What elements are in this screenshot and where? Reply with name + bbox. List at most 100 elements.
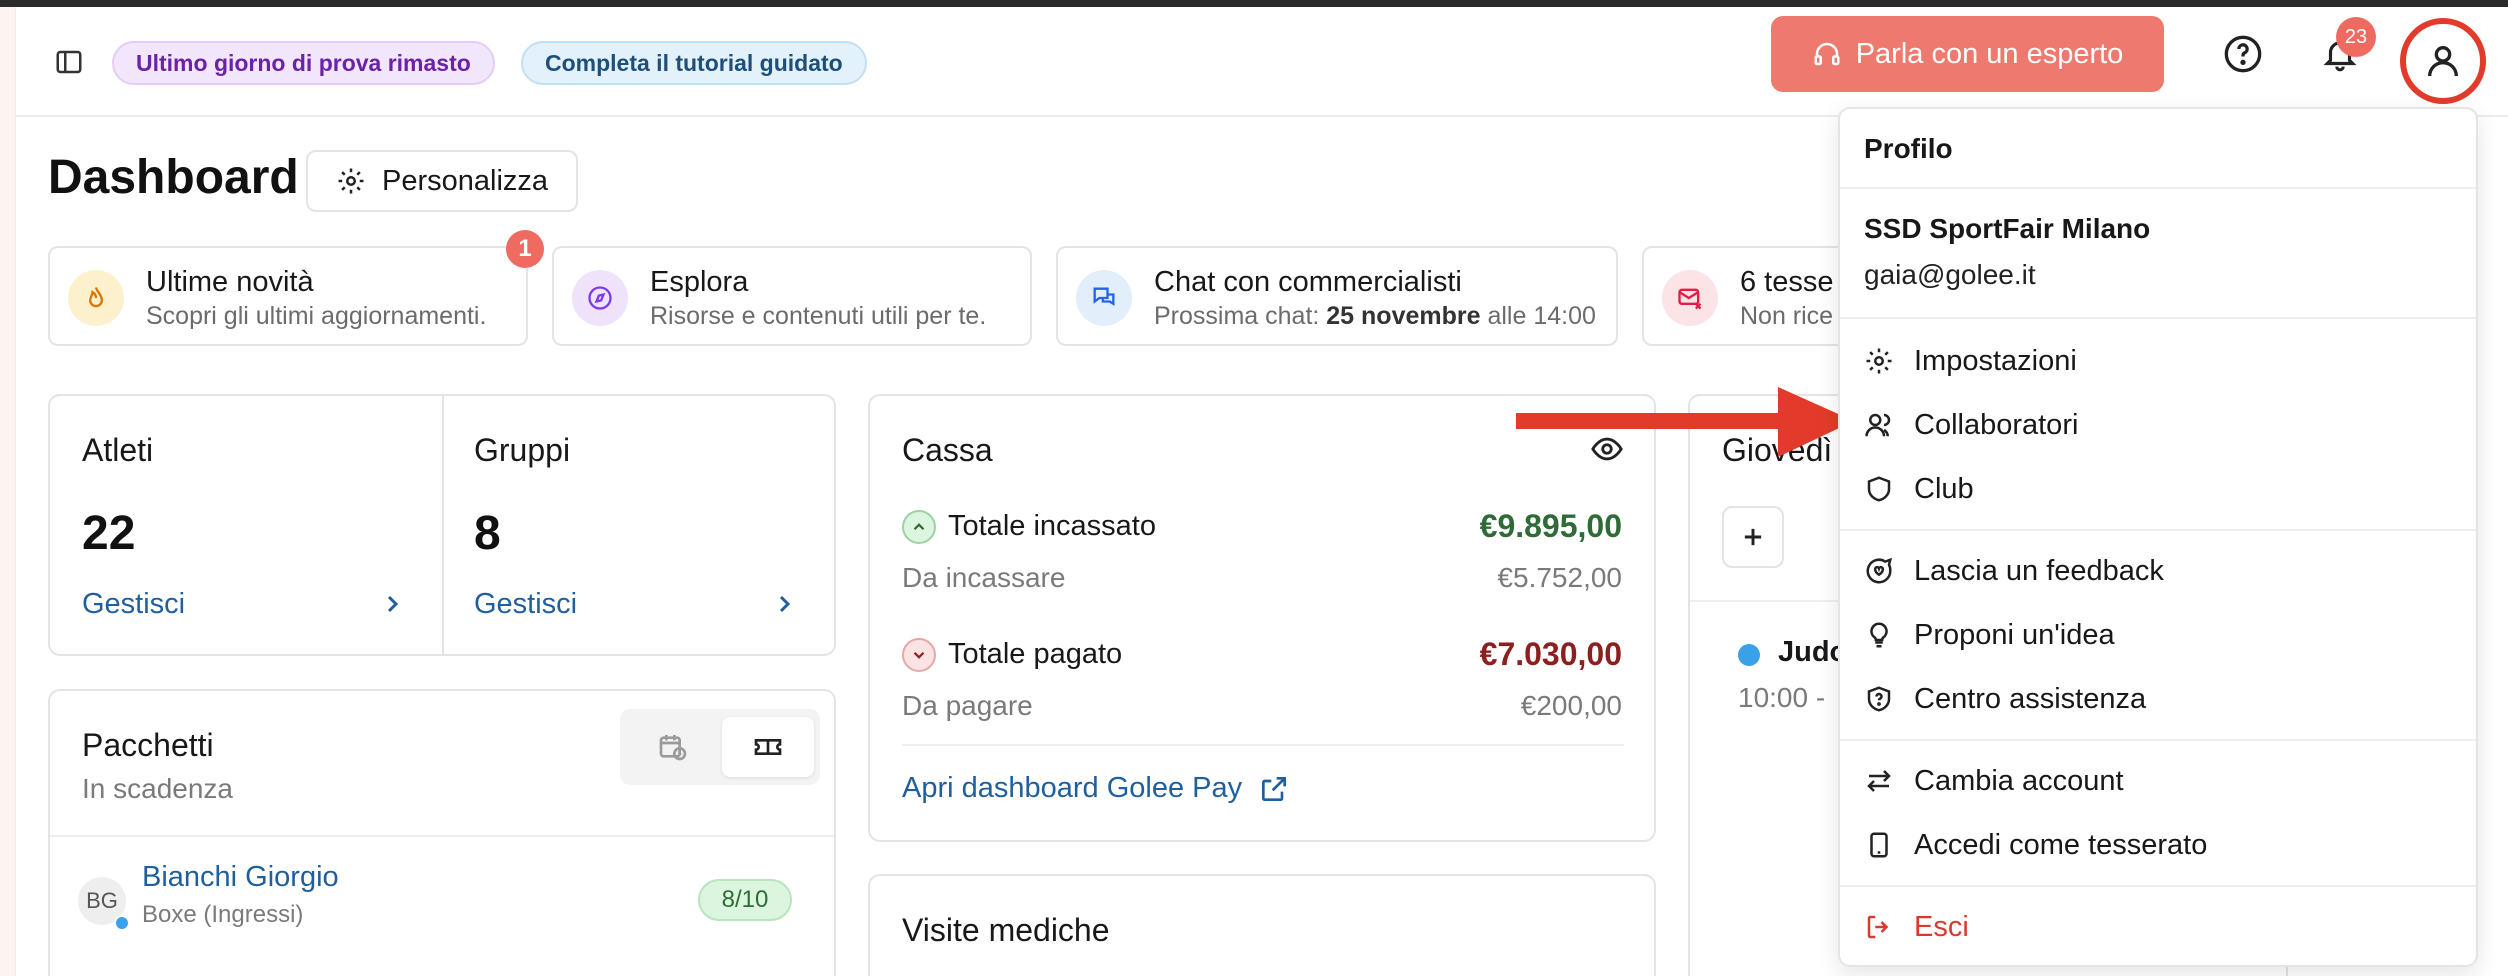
golee-pay-link[interactable]: Apri dashboard Golee Pay xyxy=(902,772,1290,805)
menu-item-logout[interactable]: Esci xyxy=(1864,899,2456,955)
shield-help-icon xyxy=(1867,686,1891,712)
accountant-chat-title: Chat con commercialisti xyxy=(1154,266,1462,298)
left-edge xyxy=(0,7,16,976)
menu-item-feedback[interactable]: Lascia un feedback xyxy=(1864,543,2456,599)
athletes-manage-link[interactable]: Gestisci xyxy=(82,588,185,621)
window-top-strip xyxy=(0,0,2508,7)
menu-item-settings-label: Impostazioni xyxy=(1914,344,2077,377)
headset-icon xyxy=(1814,42,1840,66)
calendar-clock-icon[interactable] xyxy=(628,717,718,777)
packages-card: Pacchetti In scadenza BG Bianchi Giorgio… xyxy=(48,689,836,976)
menu-item-collaborators[interactable]: Collaboratori xyxy=(1864,397,2456,453)
medical-visits-title: Visite mediche xyxy=(902,912,1110,948)
menu-item-member-access-label: Accedi come tesserato xyxy=(1914,828,2208,861)
chevron-right-icon[interactable] xyxy=(772,592,796,616)
menu-item-idea-label: Proponi un'idea xyxy=(1914,618,2115,651)
package-usage-badge: 8/10 xyxy=(698,879,792,921)
talk-to-expert-button[interactable]: Parla con un esperto xyxy=(1771,16,2164,92)
menu-item-idea[interactable]: Proponi un'idea xyxy=(1864,607,2456,663)
athletes-count: 22 xyxy=(82,507,136,560)
groups-title: Gruppi xyxy=(474,432,571,468)
shield-icon xyxy=(1867,476,1891,502)
trial-pill[interactable]: Ultimo giorno di prova rimasto xyxy=(112,41,495,85)
total-paid-label: Totale pagato xyxy=(948,638,1123,670)
to-collect-label: Da incassare xyxy=(902,562,1066,593)
smartphone-icon xyxy=(1870,832,1888,858)
logout-icon xyxy=(1867,915,1889,939)
arrow-annotation xyxy=(1516,387,1854,457)
page-title: Dashboard xyxy=(48,151,299,204)
explore-card[interactable]: Esplora Risorse e contenuti utili per te… xyxy=(552,246,1032,346)
package-detail: Boxe (Ingressi) xyxy=(142,901,304,928)
add-event-button[interactable] xyxy=(1722,506,1784,568)
stats-divider xyxy=(442,396,444,654)
organization-name: SSD SportFair Milano xyxy=(1864,213,2151,244)
gear-icon xyxy=(1866,348,1892,374)
menu-item-club[interactable]: Club xyxy=(1864,461,2456,517)
medical-visits-card: Visite mediche xyxy=(868,874,1656,976)
customize-button[interactable]: Personalizza xyxy=(306,150,578,212)
memberships-card-subtitle: Non rice xyxy=(1740,302,1834,330)
profile-avatar-button[interactable] xyxy=(2400,18,2486,104)
menu-item-settings[interactable]: Impostazioni xyxy=(1864,333,2456,389)
menu-item-feedback-label: Lascia un feedback xyxy=(1914,554,2164,587)
explore-card-subtitle: Risorse e contenuti utili per te. xyxy=(650,302,987,330)
accountant-chat-card[interactable]: Chat con commercialisti Prossima chat: 2… xyxy=(1056,246,1618,346)
customize-label: Personalizza xyxy=(381,164,549,197)
to-pay-label: Da pagare xyxy=(902,690,1033,721)
users-icon xyxy=(1865,413,1891,437)
tutorial-pill[interactable]: Completa il tutorial guidato xyxy=(521,41,867,85)
to-collect-amount: €5.752,00 xyxy=(1497,562,1622,593)
news-card-title: Ultime novità xyxy=(146,266,314,298)
menu-item-club-label: Club xyxy=(1914,472,1974,505)
groups-count: 8 xyxy=(474,507,501,560)
table-row[interactable]: BG Bianchi Giorgio Boxe (Ingressi) 8/10 xyxy=(50,837,834,957)
menu-divider xyxy=(1840,317,2476,319)
profile-menu: Profilo SSD SportFair Milano gaia@golee.… xyxy=(1838,107,2478,967)
event-time: 10:00 - xyxy=(1738,682,1826,713)
package-member-name[interactable]: Bianchi Giorgio xyxy=(142,861,339,894)
mail-x-icon xyxy=(1662,270,1718,326)
menu-divider xyxy=(1840,739,2476,741)
lightbulb-icon xyxy=(1870,622,1888,648)
compass-icon xyxy=(572,270,628,326)
profile-menu-header: Profilo xyxy=(1864,133,1953,164)
talk-to-expert-label: Parla con un esperto xyxy=(1855,37,2124,70)
packages-view-toggle xyxy=(620,709,820,785)
menu-item-switch-account[interactable]: Cambia account xyxy=(1864,753,2456,809)
total-paid-amount: €7.030,00 xyxy=(1479,636,1622,672)
ticket-icon[interactable] xyxy=(722,717,814,777)
cash-divider xyxy=(902,744,1624,746)
gear-icon xyxy=(338,168,364,194)
groups-manage-link[interactable]: Gestisci xyxy=(474,588,577,621)
menu-divider xyxy=(1840,187,2476,189)
total-collected-label: Totale incassato xyxy=(948,510,1156,542)
event-name[interactable]: Judo xyxy=(1778,636,1847,669)
stats-card: Atleti 22 Gestisci Gruppi 8 Gestisci xyxy=(48,394,836,656)
chevron-down-icon xyxy=(902,638,936,672)
golee-pay-link-label: Apri dashboard Golee Pay xyxy=(902,772,1243,804)
notifications-badge: 23 xyxy=(2336,17,2376,57)
user-icon xyxy=(2428,46,2458,77)
total-collected-amount: €9.895,00 xyxy=(1479,508,1622,544)
menu-item-member-access[interactable]: Accedi come tesserato xyxy=(1864,817,2456,873)
sidebar-toggle-icon[interactable] xyxy=(50,43,88,81)
chevron-up-icon xyxy=(902,510,936,544)
accountant-chat-subtitle: Prossima chat: 25 novembre alle 14:00 xyxy=(1154,302,1596,330)
event-color-dot xyxy=(1738,644,1760,666)
memberships-card-title: 6 tesse xyxy=(1740,266,1834,298)
news-card-subtitle: Scopri gli ultimi aggiornamenti. xyxy=(146,302,487,330)
menu-item-logout-label: Esci xyxy=(1914,910,1969,943)
flame-icon xyxy=(68,270,124,326)
help-icon[interactable] xyxy=(2215,26,2271,82)
menu-item-help-center[interactable]: Centro assistenza xyxy=(1864,671,2456,727)
news-badge: 1 xyxy=(506,230,544,268)
switch-arrows-icon xyxy=(1867,770,1891,792)
user-email: gaia@golee.it xyxy=(1864,259,2036,290)
menu-divider xyxy=(1840,529,2476,531)
menu-divider xyxy=(1840,885,2476,887)
news-card[interactable]: Ultime novità Scopri gli ultimi aggiorna… xyxy=(48,246,528,346)
plus-icon xyxy=(1744,528,1762,546)
chevron-right-icon[interactable] xyxy=(380,592,404,616)
packages-title: Pacchetti xyxy=(82,727,214,763)
